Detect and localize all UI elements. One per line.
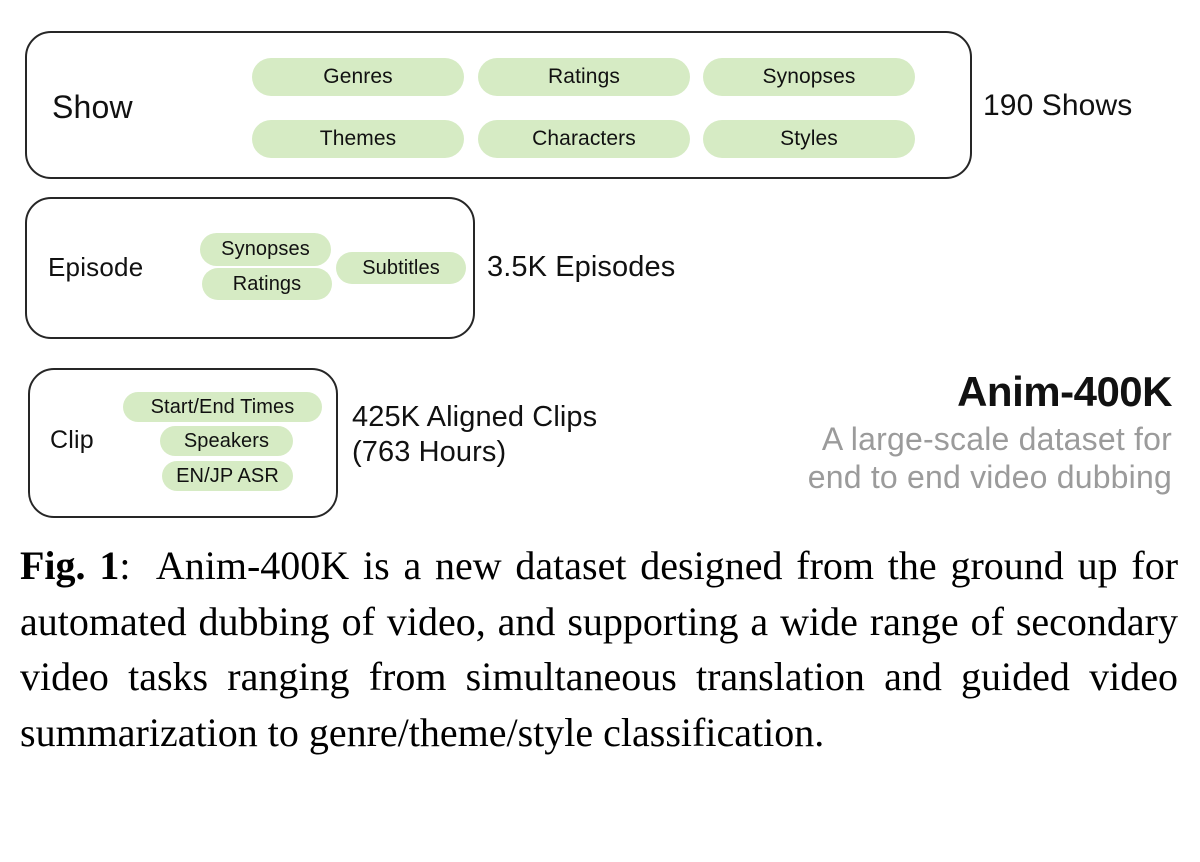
figure-caption-label: Fig. 1 <box>20 543 120 588</box>
show-attribute-pill-themes: Themes <box>252 120 464 158</box>
clip-level-label: Clip <box>50 426 94 454</box>
episode-level-count: 3.5K Episodes <box>487 251 676 283</box>
show-attribute-pill-synopses: Synopses <box>703 58 915 96</box>
show-level-count: 190 Shows <box>983 89 1133 122</box>
dataset-subtitle: A large-scale dataset for end to end vid… <box>807 421 1172 496</box>
clip-attribute-pill-speakers: Speakers <box>160 426 293 456</box>
clip-level-count: 425K Aligned Clips (763 Hours) <box>352 401 598 469</box>
clip-attribute-pill-start-end-times: Start/End Times <box>123 392 322 422</box>
figure-caption-separator: : <box>119 543 131 588</box>
clip-attribute-pill-en-jp-asr: EN/JP ASR <box>162 461 293 491</box>
dataset-title: Anim-400K <box>957 368 1172 415</box>
show-attribute-pill-ratings: Ratings <box>478 58 690 96</box>
show-attribute-pill-characters: Characters <box>478 120 690 158</box>
show-attribute-pill-styles: Styles <box>703 120 915 158</box>
dataset-branding: Anim-400K A large-scale dataset for end … <box>612 368 1173 497</box>
figure-caption-body: Anim-400K is a new dataset designed from… <box>20 543 1179 755</box>
episode-attribute-pill-subtitles: Subtitles <box>336 252 466 284</box>
episode-attribute-pill-ratings: Ratings <box>202 268 332 300</box>
figure-caption: Fig. 1: Anim-400K is a new dataset desig… <box>20 538 1178 760</box>
show-level-label: Show <box>52 89 133 125</box>
show-attribute-pill-genres: Genres <box>252 58 464 96</box>
episode-level-label: Episode <box>48 252 144 282</box>
episode-attribute-pill-synopses: Synopses <box>200 233 331 266</box>
figure-anim400k-overview: Show Genres Ratings Synopses Themes Char… <box>0 0 1200 525</box>
